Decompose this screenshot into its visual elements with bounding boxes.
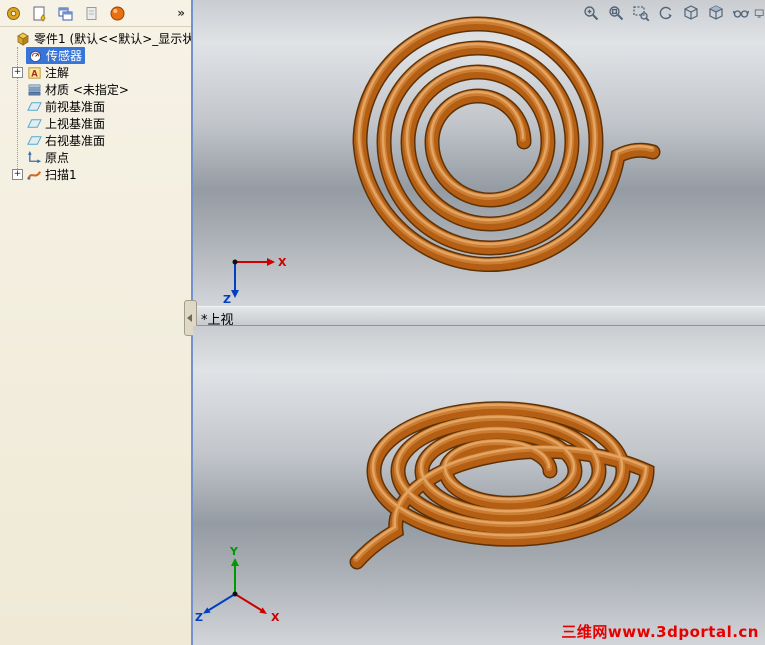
orientation-triad: Y X Z xyxy=(195,545,280,624)
tree-item-sensors[interactable]: 传感器 xyxy=(2,47,191,64)
view-toolbar xyxy=(579,2,765,24)
annotation-icon: A xyxy=(26,65,42,81)
coil-part-iso-view[interactable] xyxy=(356,405,647,562)
tool-button[interactable] xyxy=(2,2,25,25)
triad-y-label: Y xyxy=(229,545,239,558)
solidworks-window: » 零件1 (默认<<默认>_显示状态 传感器 + A 注解 材质 <未指定> … xyxy=(0,0,765,645)
tree-item-right-plane[interactable]: 右视基准面 xyxy=(2,132,191,149)
tool-icon xyxy=(7,6,20,20)
sweep-icon xyxy=(26,167,42,183)
tree-item-label: 材质 <未指定> xyxy=(45,83,129,97)
plane-icon xyxy=(26,116,42,132)
origin-icon xyxy=(26,150,42,166)
tree-item-label: 扫描1 xyxy=(45,168,77,182)
expand-toggle[interactable]: + xyxy=(12,169,23,180)
tree-item-label: 注解 xyxy=(45,66,70,80)
svg-text:A: A xyxy=(31,68,38,78)
window-tile-icon xyxy=(58,7,73,20)
help-sphere-icon xyxy=(110,6,125,20)
watermark-text: 三维网www.3dportal.cn xyxy=(561,623,759,641)
tree-item-material[interactable]: 材质 <未指定> xyxy=(2,81,191,98)
graphics-area: X Z *上视 Y X Z 三维网www.3dportal.cn xyxy=(184,0,765,645)
triad-z-label: Z xyxy=(223,293,231,306)
zoom-in-out-icon xyxy=(584,6,599,21)
tree-item-label: 右视基准面 xyxy=(45,134,106,148)
coil-part-top-view[interactable] xyxy=(359,20,653,265)
rotate-view-icon xyxy=(659,6,672,20)
tree-item-label: 上视基准面 xyxy=(45,117,106,131)
tree-item-annotations[interactable]: + A 注解 xyxy=(2,64,191,81)
panel-toolbar: » xyxy=(0,0,191,27)
rotate-view-button[interactable] xyxy=(654,2,678,24)
zoom-fit-button[interactable] xyxy=(604,2,628,24)
tree-item-top-plane[interactable]: 上视基准面 xyxy=(2,115,191,132)
triad-z-label: Z xyxy=(195,611,203,624)
tree-item-label: 原点 xyxy=(45,151,70,165)
triad-x-label: X xyxy=(278,256,287,269)
plane-icon xyxy=(26,99,42,115)
feature-tree: 零件1 (默认<<默认>_显示状态 传感器 + A 注解 材质 <未指定> 前视… xyxy=(0,27,191,183)
zoom-fit-icon xyxy=(609,6,624,21)
expand-toggle[interactable]: + xyxy=(12,67,23,78)
new-document-icon xyxy=(33,6,46,22)
window-tile-button[interactable] xyxy=(54,2,77,25)
document-button[interactable] xyxy=(80,2,103,25)
view-settings-button[interactable] xyxy=(729,2,753,24)
pane-splitter[interactable]: *上视 xyxy=(184,300,765,336)
toolbar-overflow-chevron[interactable]: » xyxy=(177,6,185,20)
zoom-area-button[interactable] xyxy=(629,2,653,24)
view-orientation-icon xyxy=(684,5,698,20)
orientation-triad: X Z xyxy=(223,256,287,306)
tree-item-label: 传感器 xyxy=(46,49,83,63)
monitor-button[interactable] xyxy=(754,2,765,24)
plane-icon xyxy=(26,133,42,149)
tree-item-label: 前视基准面 xyxy=(45,100,106,114)
zoom-in-out-button[interactable] xyxy=(579,2,603,24)
zoom-area-icon xyxy=(633,6,650,22)
new-document-button[interactable] xyxy=(28,2,51,25)
document-icon xyxy=(86,6,97,20)
display-style-icon xyxy=(709,5,723,20)
display-style-button[interactable] xyxy=(704,2,728,24)
part-icon xyxy=(15,31,31,47)
viewport-bottom-pane[interactable]: Y X Z 三维网www.3dportal.cn xyxy=(193,326,765,645)
triad-x-label: X xyxy=(271,611,280,624)
help-button[interactable] xyxy=(106,2,129,25)
view-settings-icon xyxy=(732,10,750,18)
monitor-icon xyxy=(754,9,764,18)
feature-manager-panel: » 零件1 (默认<<默认>_显示状态 传感器 + A 注解 材质 <未指定> … xyxy=(0,0,193,645)
material-icon xyxy=(26,82,42,98)
tree-item-sweep1[interactable]: + 扫描1 xyxy=(2,166,191,183)
sensors-icon xyxy=(27,48,43,64)
tree-item-label: 零件1 (默认<<默认>_显示状态 xyxy=(34,32,193,46)
tree-item-part-root[interactable]: 零件1 (默认<<默认>_显示状态 xyxy=(2,30,191,47)
selected-highlight: 传感器 xyxy=(26,47,86,64)
tree-item-origin[interactable]: 原点 xyxy=(2,149,191,166)
tree-item-front-plane[interactable]: 前视基准面 xyxy=(2,98,191,115)
viewport-top-pane[interactable]: X Z xyxy=(193,0,765,306)
view-orientation-button[interactable] xyxy=(679,2,703,24)
